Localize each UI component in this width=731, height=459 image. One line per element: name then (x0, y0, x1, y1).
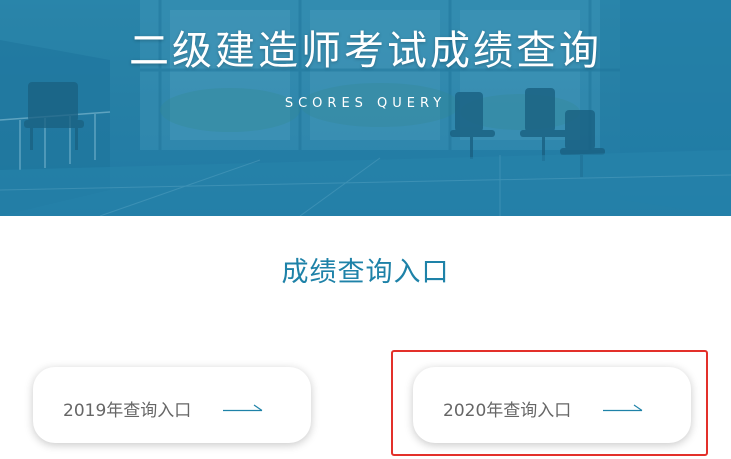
section-title: 成绩查询入口 (281, 257, 450, 288)
header-banner: 二级建造师考试成绩查询 SCORES QUERY (0, 0, 731, 216)
arrow-right-icon (223, 404, 263, 412)
page: 二级建造师考试成绩查询 SCORES QUERY 成绩查询入口 2019年查询入… (0, 0, 731, 459)
page-title: 二级建造师考试成绩查询 (129, 28, 602, 74)
query-entry-2019-label: 2019年查询入口 (63, 401, 192, 421)
page-subtitle: SCORES QUERY (284, 96, 447, 111)
query-entry-2019-button[interactable]: 2019年查询入口 (33, 367, 311, 443)
highlight-annotation (391, 350, 708, 456)
